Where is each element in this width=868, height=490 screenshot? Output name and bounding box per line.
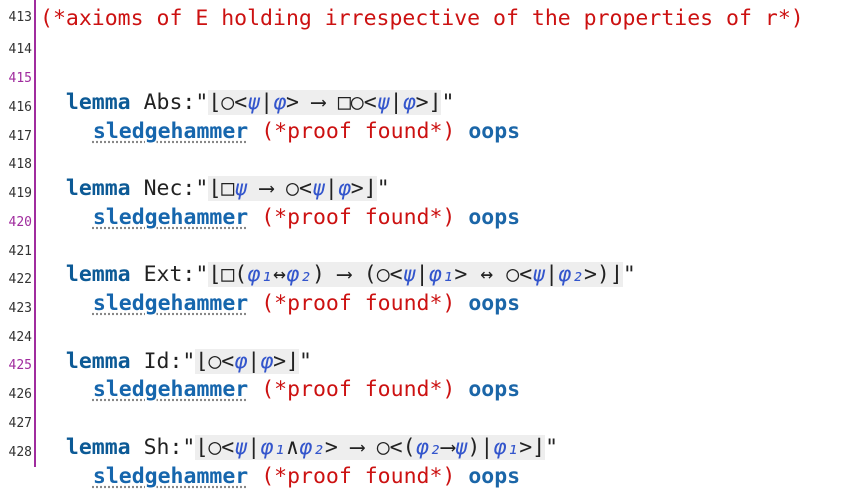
line-number: 419 [8,186,32,201]
lemma-sh-proof[interactable]: sledgehammer (*proof found*) oops [40,438,520,490]
close-quote: " [622,262,636,287]
line-number: 415 [8,71,32,86]
oops-command[interactable]: oops [468,205,520,230]
line-number: 425 [8,358,32,373]
oops-command[interactable]: oops [468,377,520,402]
line-number: 420 [8,215,32,230]
oops-command[interactable]: oops [468,291,520,316]
proof-comment: (*proof found*) [261,119,456,144]
lemma-ext-proof[interactable]: sledgehammer (*proof found*) oops [40,265,520,317]
sledgehammer-command[interactable]: sledgehammer [93,377,248,402]
lemma-nec-proof[interactable]: sledgehammer (*proof found*) oops [40,179,520,231]
proof-comment: (*proof found*) [261,291,456,316]
proof-comment: (*proof found*) [261,464,456,489]
line-number: 424 [8,330,32,345]
line-number: 427 [8,416,32,431]
line-number: 413 [8,10,32,25]
lemma-abs-proof[interactable]: sledgehammer (*proof found*) oops [40,93,520,145]
line-number: 417 [8,129,32,144]
line-number: 414 [8,42,32,57]
close-quote: " [545,435,559,460]
line-number: 416 [8,100,32,115]
line-number: 418 [8,157,32,172]
proof-comment: (*proof found*) [261,205,456,230]
proof-comment: (*proof found*) [261,377,456,402]
section-comment[interactable]: (*axioms of E holding irrespective of th… [40,6,804,32]
line-number: 428 [8,445,32,460]
line-number: 421 [8,244,32,259]
oops-command[interactable]: oops [468,464,520,489]
line-number: 423 [8,301,32,316]
sledgehammer-command[interactable]: sledgehammer [93,119,248,144]
sledgehammer-command[interactable]: sledgehammer [93,464,248,489]
line-number: 422 [8,272,32,287]
lemma-id-proof[interactable]: sledgehammer (*proof found*) oops [40,351,520,403]
sledgehammer-command[interactable]: sledgehammer [93,205,248,230]
oops-command[interactable]: oops [468,119,520,144]
sledgehammer-command[interactable]: sledgehammer [93,291,248,316]
gutter-marker-bar [34,0,36,467]
line-number: 426 [8,387,32,402]
